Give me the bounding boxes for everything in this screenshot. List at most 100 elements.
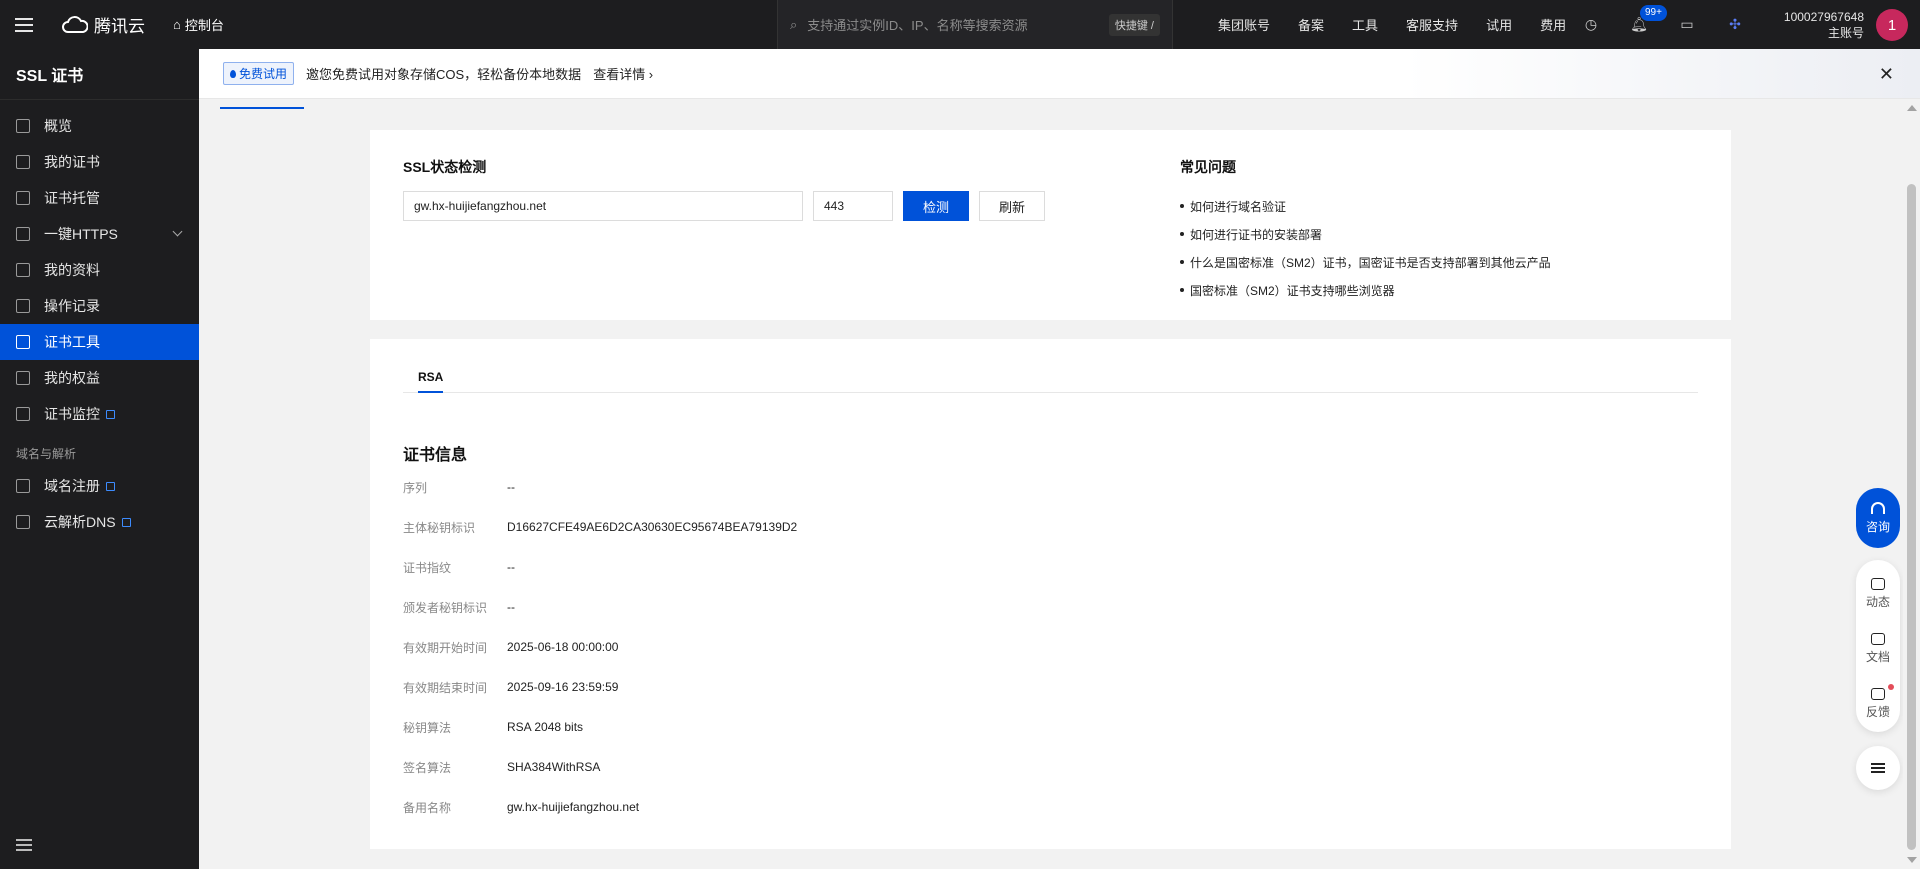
sidebar-menu: 概览 我的证书 证书托管 一键HTTPS 我的资料 操作记录 证书工具 我的权益… — [0, 108, 199, 540]
top-nav: 集团账号 备案 工具 客服支持 试用 费用 — [1204, 0, 1580, 49]
info-row: 签名算法 SHA384WithRSA — [403, 747, 797, 787]
sidebar-item-label: 我的证书 — [44, 154, 100, 170]
info-row: 秘钥算法 RSA 2048 bits — [403, 707, 797, 747]
sidebar-item-my-benefits[interactable]: 我的权益 — [0, 360, 199, 396]
cloud-logo-icon — [62, 15, 88, 33]
info-value: SHA384WithRSA — [507, 760, 601, 774]
free-trial-tag-label: 免费试用 — [239, 67, 288, 81]
collapse-sidebar-icon[interactable] — [16, 839, 32, 851]
updates-button[interactable]: 动态 — [1866, 566, 1890, 621]
scroll-down-icon[interactable] — [1907, 857, 1917, 863]
scroll-up-icon[interactable] — [1907, 105, 1917, 111]
certificate-icon — [16, 155, 30, 169]
faq-title: 常见问题 — [1180, 159, 1236, 175]
shortcut-hint: 快捷键 / — [1108, 13, 1160, 36]
docs-button[interactable]: 文档 — [1866, 621, 1890, 676]
scroll-thumb[interactable] — [1907, 184, 1916, 850]
sidebar-item-operation-log[interactable]: 操作记录 — [0, 288, 199, 324]
home-icon: ⌂ — [173, 17, 181, 32]
check-button[interactable]: 检测 — [903, 191, 969, 221]
banner-details-link[interactable]: 查看详情 › — [593, 64, 653, 83]
monitor-icon — [16, 407, 30, 421]
info-row: 序列 -- — [403, 467, 797, 507]
info-key: 序列 — [403, 480, 428, 495]
faq-list: 如何进行域名验证 如何进行证书的安装部署 什么是国密标准（SM2）证书，国密证书… — [1180, 192, 1551, 304]
sidebar-item-label: 云解析DNS — [44, 514, 116, 530]
info-value: -- — [507, 600, 515, 614]
info-value: D16627CFE49AE6D2CA30630EC95674BEA79139D2 — [507, 520, 798, 534]
console-link[interactable]: ⌂ 控制台 — [173, 15, 224, 34]
dns-icon — [16, 515, 30, 529]
certificate-info-list: 序列 -- 主体秘钥标识 D16627CFE49AE6D2CA30630EC9567… — [403, 467, 797, 827]
sidebar-item-my-certificates[interactable]: 我的证书 — [0, 144, 199, 180]
consult-button[interactable]: 咨询 — [1856, 488, 1900, 548]
account-id: 100027967648 — [1783, 10, 1864, 24]
faq-item[interactable]: 什么是国密标准（SM2）证书，国密证书是否支持部署到其他云产品 — [1180, 248, 1551, 276]
info-value: -- — [507, 560, 515, 574]
consult-label: 咨询 — [1865, 519, 1890, 534]
sidebar-item-label: 概览 — [44, 118, 72, 134]
gift-icon — [16, 371, 30, 385]
avatar[interactable]: 1 — [1876, 9, 1908, 41]
port-input[interactable]: 443 — [813, 191, 893, 221]
sidebar-item-one-click-https[interactable]: 一键HTTPS — [0, 216, 199, 252]
info-row: 备用名称 gw.hx-huijiefangzhou.net — [403, 787, 797, 827]
sidebar-title: SSL 证书 — [0, 49, 199, 100]
sidebar-item-dns[interactable]: 云解析DNS — [0, 504, 199, 540]
feedback-icon — [1870, 687, 1885, 700]
sidebar-item-certificate-monitor[interactable]: 证书监控 — [0, 396, 199, 432]
sidebar-item-hosting[interactable]: 证书托管 — [0, 180, 199, 216]
external-link-icon — [121, 517, 131, 527]
page-scrollbar[interactable] — [1903, 99, 1920, 869]
sidebar-group-label: 域名与解析 — [16, 447, 77, 461]
info-row: 证书指纹 -- — [403, 547, 797, 587]
brand-logo[interactable]: 腾讯云 — [62, 12, 145, 37]
faq-item[interactable]: 国密标准（SM2）证书支持哪些浏览器 — [1180, 276, 1551, 304]
account-role: 主账号 — [1827, 26, 1864, 40]
clock-icon[interactable]: ◷ — [1582, 16, 1600, 34]
domain-input[interactable]: gw.hx-huijiefangzhou.net — [403, 191, 803, 221]
sidebar-item-label: 一键HTTPS — [44, 226, 118, 242]
feedback-button[interactable]: 反馈 — [1866, 676, 1894, 731]
bell-icon[interactable]: 🔔︎ 99+ — [1630, 4, 1667, 34]
sidebar-item-overview[interactable]: 概览 — [0, 108, 199, 144]
nav-group-account[interactable]: 集团账号 — [1204, 15, 1284, 34]
info-value: 2025-06-18 00:00:00 — [507, 640, 619, 654]
nav-trial[interactable]: 试用 — [1472, 15, 1526, 34]
sidebar-item-certificate-tools[interactable]: 证书工具 — [0, 324, 199, 360]
cloud-icon — [1870, 577, 1885, 590]
updates-label: 动态 — [1865, 594, 1890, 609]
info-value: RSA 2048 bits — [507, 720, 584, 734]
message-icon[interactable]: ▭ — [1678, 16, 1696, 34]
sliders-icon — [16, 227, 30, 241]
info-key: 主体秘钥标识 — [403, 520, 476, 535]
info-value: -- — [507, 480, 515, 494]
sidebar-item-label: 操作记录 — [44, 298, 100, 314]
faq-item[interactable]: 如何进行证书的安装部署 — [1180, 220, 1551, 248]
global-search[interactable]: ⌕ 支持通过实例ID、IP、名称等搜索资源 快捷键 / — [777, 0, 1173, 49]
certificate-result-panel: RSA 证书信息 序列 -- 主体秘钥标识 D16627CFE49AE6D2CA30… — [370, 339, 1731, 849]
hamburger-menu-icon[interactable] — [0, 0, 48, 49]
refresh-button[interactable]: 刷新 — [979, 191, 1045, 221]
nav-tools[interactable]: 工具 — [1338, 15, 1392, 34]
nav-billing[interactable]: 费用 — [1526, 15, 1580, 34]
sidebar-item-my-materials[interactable]: 我的资料 — [0, 252, 199, 288]
close-icon[interactable]: ✕ — [1879, 64, 1894, 85]
account-info[interactable]: 100027967648 主账号 — [1784, 9, 1864, 41]
tool-icon — [16, 335, 30, 349]
tab-rsa[interactable]: RSA — [418, 370, 444, 393]
external-link-icon — [106, 481, 115, 491]
nav-filing[interactable]: 备案 — [1284, 15, 1338, 34]
top-bar: 腾讯云 ⌂ 控制台 ⌕ 支持通过实例ID、IP、名称等搜索资源 快捷键 / 集团… — [0, 0, 1920, 49]
app-switch-icon[interactable]: ✣ — [1726, 16, 1744, 34]
grid-icon — [16, 119, 30, 133]
unread-dot — [1888, 684, 1894, 690]
search-icon: ⌕ — [790, 16, 798, 32]
nav-support[interactable]: 客服支持 — [1392, 15, 1472, 34]
info-row: 有效期开始时间 2025-06-18 00:00:00 — [403, 627, 797, 667]
info-value: 2025-09-16 23:59:59 — [507, 680, 619, 694]
menu-list-icon[interactable] — [1856, 746, 1900, 790]
sidebar-item-domain-registration[interactable]: 域名注册 — [0, 468, 199, 504]
chevron-down-icon — [172, 226, 183, 237]
faq-item[interactable]: 如何进行域名验证 — [1180, 192, 1551, 220]
